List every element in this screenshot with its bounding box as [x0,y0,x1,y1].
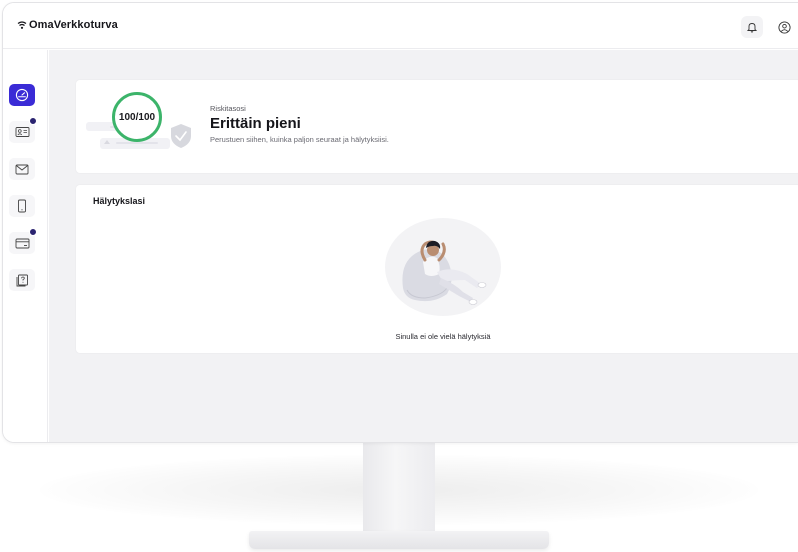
monitor-stand-base [249,531,549,549]
id-card-icon [15,127,29,137]
monitor-stand-neck [363,443,435,535]
risk-description: Perustuen siihen, kuinka paljon seuraat … [210,135,389,144]
sidebar-item-identity[interactable] [9,117,37,143]
alerts-title: Hälytykslasi [93,196,146,206]
app-header: OmaVerkkoturva [3,3,798,49]
sidebar [3,50,48,442]
sidebar-item-help[interactable] [9,269,35,291]
user-circle-icon [777,20,791,34]
main-content: 100/100 Riskitasosi Erittäin pieni Perus… [49,50,798,442]
profile-button[interactable] [773,16,795,38]
risk-score-ring: 100/100 [112,92,162,142]
help-document-icon [16,274,28,286]
empty-alerts-message: Sinulla ei ole vielä hälytyksiä [395,332,491,341]
credit-card-icon [15,238,29,248]
phone-icon [18,199,26,213]
mail-icon [15,164,29,174]
sidebar-item-dashboard[interactable] [9,84,35,106]
notifications-button[interactable] [741,16,763,38]
brand-logo[interactable]: OmaVerkkoturva [17,19,118,31]
risk-card: 100/100 Riskitasosi Erittäin pieni Perus… [76,80,798,173]
scene: OmaVerkkoturva 100/100 Riskitasosi Eritt… [0,0,798,552]
sidebar-item-email[interactable] [9,158,35,180]
wifi-logo-icon [17,21,27,29]
risk-label: Riskitasosi [210,104,246,113]
sidebar-item-phone[interactable] [9,195,35,217]
gauge-icon [15,88,29,102]
sidebar-item-payment-card[interactable] [9,228,37,254]
relaxing-person-illustration [385,218,501,316]
payment-card-badge [29,228,37,236]
alerts-card: Hälytykslasi Sinulla ei ole vielä hälyty… [76,185,798,353]
bell-icon [746,23,758,33]
monitor-screen: OmaVerkkoturva 100/100 Riskitasosi Eritt… [2,2,798,443]
risk-level: Erittäin pieni [210,115,301,132]
identity-badge [29,117,37,125]
brand-name: OmaVerkkoturva [29,19,118,31]
